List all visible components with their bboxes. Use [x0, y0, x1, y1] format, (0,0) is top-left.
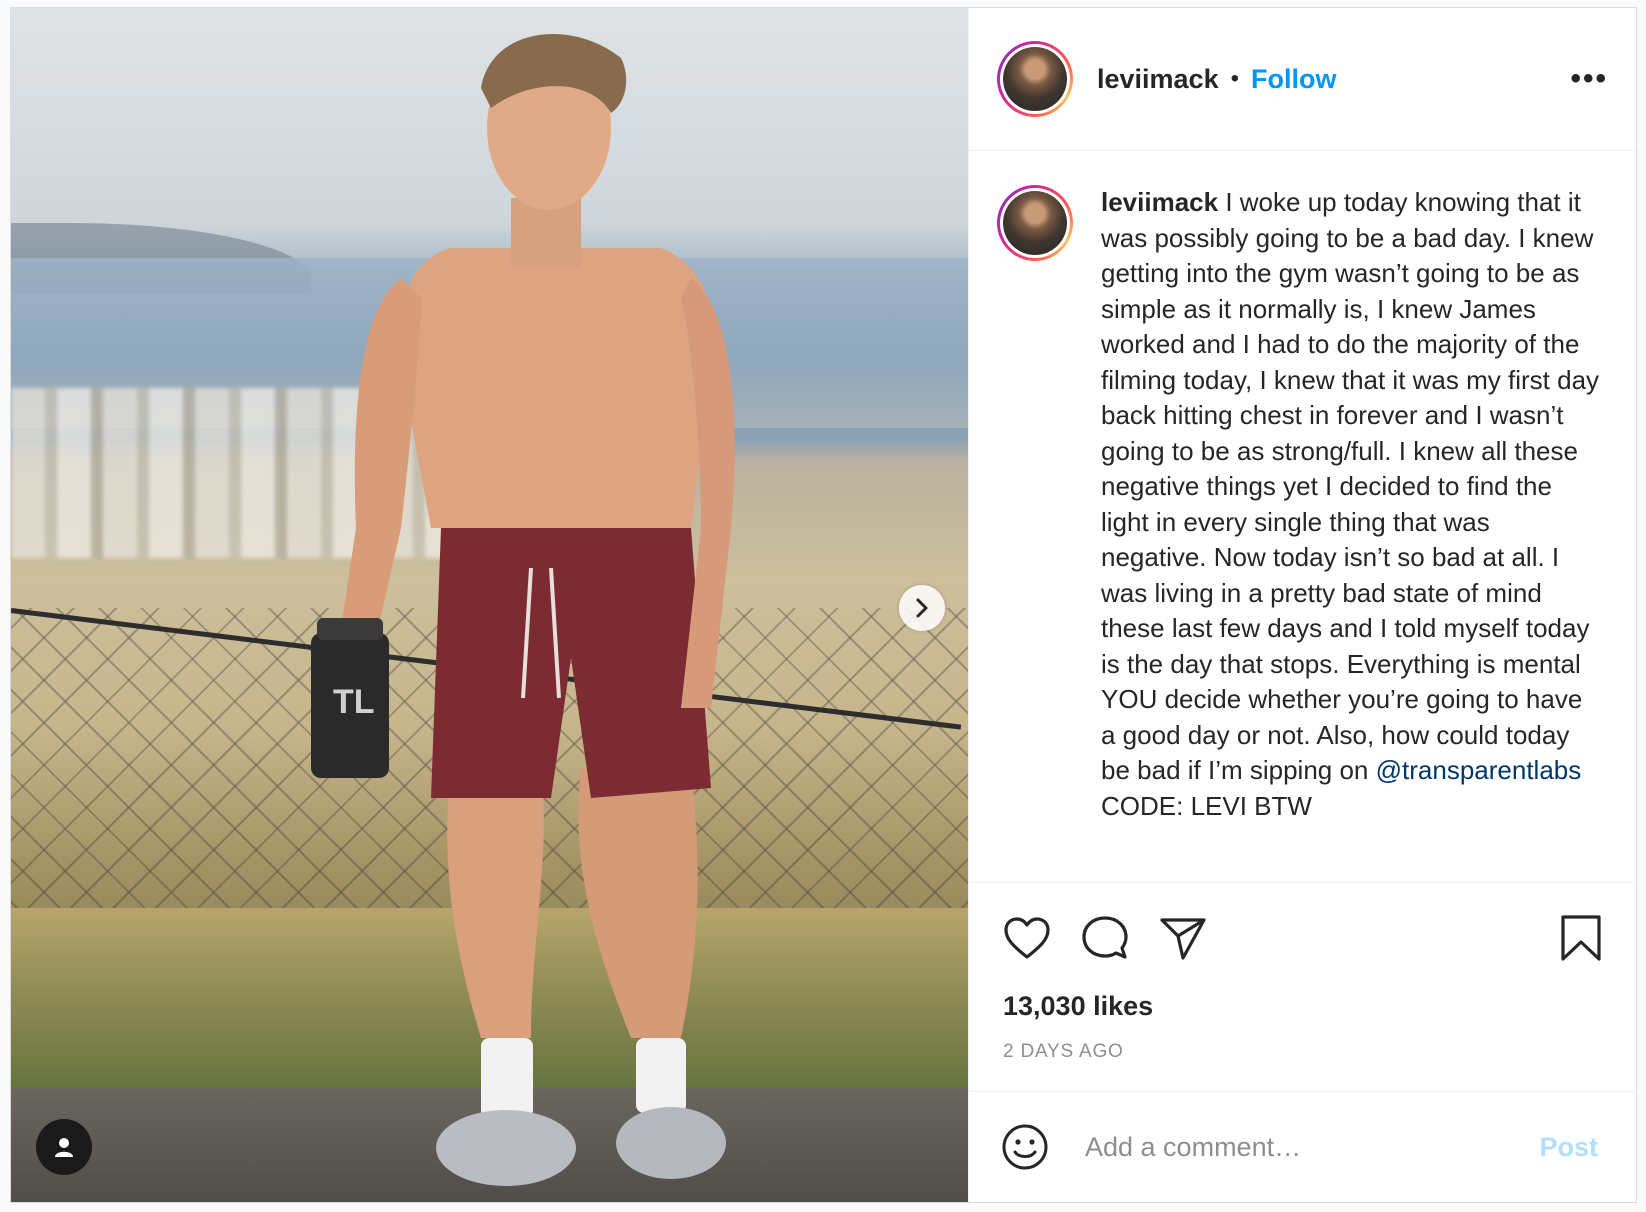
- bookmark-icon: [1561, 915, 1601, 961]
- likes-count[interactable]: 13,030 likes: [969, 983, 1636, 1029]
- user-tag-icon: [55, 1138, 73, 1157]
- follow-button[interactable]: Follow: [1251, 64, 1336, 95]
- chevron-right-icon: [916, 598, 928, 618]
- comment-input[interactable]: [1083, 1130, 1534, 1164]
- tagged-users-button[interactable]: [36, 1119, 92, 1175]
- header-separator: •: [1230, 65, 1239, 92]
- avatar-image: [1003, 47, 1067, 111]
- caption-avatar[interactable]: [997, 185, 1073, 261]
- header-username[interactable]: leviimack: [1097, 64, 1219, 95]
- next-photo-button[interactable]: [899, 585, 945, 631]
- like-button[interactable]: [1003, 916, 1051, 960]
- comment-bubble-icon: [1082, 916, 1128, 959]
- photo-person: TL: [311, 33, 735, 1186]
- comment-bar: Post: [969, 1092, 1636, 1202]
- caption-body: I woke up today knowing that it was poss…: [1101, 187, 1600, 785]
- post-comment-button[interactable]: Post: [1533, 1131, 1604, 1164]
- post-timestamp[interactable]: 2 DAYS AGO: [969, 1029, 1636, 1092]
- post-header: leviimack • Follow •••: [969, 8, 1636, 151]
- svg-text:TL: TL: [333, 683, 375, 721]
- more-options-button[interactable]: •••: [1570, 64, 1608, 94]
- heart-icon: [1004, 917, 1050, 959]
- caption-avatar-border: [1000, 188, 1070, 258]
- caption-section: leviimack I woke up today knowing that i…: [969, 151, 1636, 883]
- share-button[interactable]: [1159, 916, 1207, 960]
- post-photo[interactable]: TL: [11, 8, 968, 1202]
- paper-plane-icon: [1160, 918, 1206, 960]
- caption-text: leviimack I woke up today knowing that i…: [1101, 185, 1601, 824]
- caption-username[interactable]: leviimack: [1101, 187, 1218, 217]
- post-card: TL leviimack • Follow ••• leviimack I wo…: [10, 7, 1637, 1203]
- emoji-button[interactable]: [1001, 1123, 1049, 1171]
- comment-button[interactable]: [1081, 914, 1129, 962]
- post-details-panel: leviimack • Follow ••• leviimack I woke …: [968, 8, 1636, 1202]
- smiley-icon: [1002, 1124, 1048, 1170]
- caption-mention-link[interactable]: @transparentlabs: [1376, 755, 1582, 785]
- save-button[interactable]: [1560, 914, 1602, 962]
- caption-body-end: CODE: LEVI BTW: [1101, 790, 1312, 821]
- avatar-border: [1000, 44, 1070, 114]
- avatar[interactable]: [997, 41, 1073, 117]
- caption-avatar-image: [1003, 191, 1067, 255]
- action-bar: [969, 883, 1636, 983]
